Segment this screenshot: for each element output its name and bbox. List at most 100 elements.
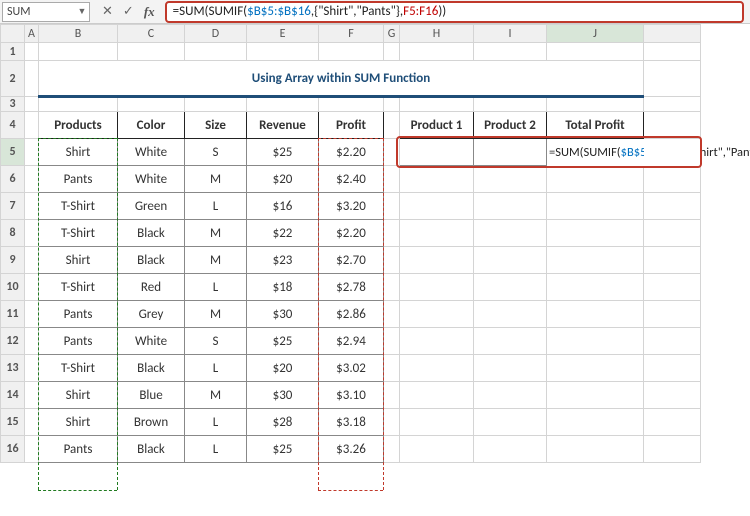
table-row[interactable]: $3.18 bbox=[319, 409, 384, 436]
table-row[interactable]: $25 bbox=[247, 328, 319, 355]
table-row[interactable]: $3.26 bbox=[319, 436, 384, 463]
rowhdr-16[interactable]: 16 bbox=[1, 436, 25, 463]
colhdr-J[interactable]: J bbox=[547, 25, 644, 43]
table-row[interactable]: Pants bbox=[39, 301, 118, 328]
rowhdr-12[interactable]: 12 bbox=[1, 328, 25, 355]
table-row[interactable]: $2.20 bbox=[319, 220, 384, 247]
table-row[interactable]: $2.94 bbox=[319, 328, 384, 355]
table-row[interactable]: S bbox=[185, 139, 247, 166]
table-row[interactable]: S bbox=[185, 328, 247, 355]
table-row[interactable]: Shirt bbox=[39, 139, 118, 166]
rowhdr-8[interactable]: 8 bbox=[1, 220, 25, 247]
table-row[interactable]: Black bbox=[118, 436, 185, 463]
colhdr-C[interactable]: C bbox=[118, 25, 185, 43]
table-row[interactable]: Grey bbox=[118, 301, 185, 328]
rowhdr-1[interactable]: 1 bbox=[1, 43, 25, 61]
table-row[interactable]: Pants bbox=[39, 166, 118, 193]
table-row[interactable]: M bbox=[185, 166, 247, 193]
table-row[interactable]: M bbox=[185, 220, 247, 247]
table-row[interactable]: Black bbox=[118, 220, 185, 247]
table-row[interactable]: $3.02 bbox=[319, 355, 384, 382]
colhdr-F[interactable]: F bbox=[319, 25, 384, 43]
table-row[interactable]: M bbox=[185, 247, 247, 274]
select-all-corner[interactable] bbox=[1, 25, 25, 43]
table-row[interactable]: White bbox=[118, 166, 185, 193]
name-box-wrap[interactable]: SUM ▼ bbox=[2, 2, 90, 22]
cell-J5[interactable]: =SUM(SUMIF($B$5:$B$16,{"Shirt","Pants"},… bbox=[547, 139, 644, 166]
table-row[interactable]: T-Shirt bbox=[39, 193, 118, 220]
colhdr-G[interactable]: G bbox=[384, 25, 400, 43]
table-row[interactable]: Shirt bbox=[39, 247, 118, 274]
rowhdr-11[interactable]: 11 bbox=[1, 301, 25, 328]
table-row[interactable]: L bbox=[185, 193, 247, 220]
table-row[interactable]: Brown bbox=[118, 409, 185, 436]
table-row[interactable]: $25 bbox=[247, 139, 319, 166]
table-row[interactable]: $20 bbox=[247, 355, 319, 382]
colhdr-I[interactable]: I bbox=[474, 25, 547, 43]
table-row[interactable]: $2.86 bbox=[319, 301, 384, 328]
table-row[interactable]: Green bbox=[118, 193, 185, 220]
name-box[interactable]: SUM bbox=[3, 5, 75, 19]
colhdr-ext[interactable] bbox=[644, 25, 701, 43]
colhdr-E[interactable]: E bbox=[247, 25, 319, 43]
cancel-icon[interactable]: ✕ bbox=[102, 4, 113, 19]
rowhdr-6[interactable]: 6 bbox=[1, 166, 25, 193]
enter-icon[interactable]: ✓ bbox=[123, 4, 134, 19]
colhdr-D[interactable]: D bbox=[185, 25, 247, 43]
colhdr-B[interactable]: B bbox=[39, 25, 118, 43]
table-row[interactable]: L bbox=[185, 355, 247, 382]
table-row[interactable]: White bbox=[118, 328, 185, 355]
rowhdr-13[interactable]: 13 bbox=[1, 355, 25, 382]
rowhdr-7[interactable]: 7 bbox=[1, 193, 25, 220]
table-row[interactable]: $3.20 bbox=[319, 193, 384, 220]
table-row[interactable]: $3.10 bbox=[319, 382, 384, 409]
table-row[interactable]: $22 bbox=[247, 220, 319, 247]
table-row[interactable]: $25 bbox=[247, 436, 319, 463]
table-row[interactable]: $30 bbox=[247, 301, 319, 328]
cell-I5[interactable] bbox=[474, 139, 547, 166]
table-row[interactable]: M bbox=[185, 301, 247, 328]
table-row[interactable]: L bbox=[185, 409, 247, 436]
table-row[interactable]: $2.20 bbox=[319, 139, 384, 166]
rowhdr-2[interactable]: 2 bbox=[1, 61, 25, 97]
table-row[interactable]: $16 bbox=[247, 193, 319, 220]
rowhdr-5[interactable]: 5 bbox=[1, 139, 25, 166]
table-row[interactable]: Pants bbox=[39, 436, 118, 463]
table-row[interactable]: Blue bbox=[118, 382, 185, 409]
table-row[interactable]: $18 bbox=[247, 274, 319, 301]
rowhdr-3[interactable]: 3 bbox=[1, 97, 25, 112]
table-row[interactable]: L bbox=[185, 274, 247, 301]
formula-input[interactable]: =SUM(SUMIF($B$5:$B$16,{"Shirt","Pants"},… bbox=[165, 1, 744, 23]
table-row[interactable]: T-Shirt bbox=[39, 355, 118, 382]
table-row[interactable]: T-Shirt bbox=[39, 220, 118, 247]
colhdr-H[interactable]: H bbox=[400, 25, 474, 43]
rowhdr-4[interactable]: 4 bbox=[1, 112, 25, 139]
table-row[interactable]: Black bbox=[118, 355, 185, 382]
table-row[interactable]: White bbox=[118, 139, 185, 166]
table-row[interactable]: Red bbox=[118, 274, 185, 301]
table-row[interactable]: T-Shirt bbox=[39, 274, 118, 301]
table-row[interactable]: $2.70 bbox=[319, 247, 384, 274]
table-row[interactable]: $2.78 bbox=[319, 274, 384, 301]
table-row[interactable]: $2.40 bbox=[319, 166, 384, 193]
table-row[interactable]: $28 bbox=[247, 409, 319, 436]
rowhdr-9[interactable]: 9 bbox=[1, 247, 25, 274]
table-row[interactable]: Pants bbox=[39, 328, 118, 355]
chevron-down-icon[interactable]: ▼ bbox=[75, 6, 89, 17]
rowhdr-10[interactable]: 10 bbox=[1, 274, 25, 301]
table-row[interactable]: Shirt bbox=[39, 409, 118, 436]
spreadsheet-grid[interactable]: A B C D E F G H I J 1 2 Using Array with… bbox=[0, 24, 750, 463]
rowhdr-15[interactable]: 15 bbox=[1, 409, 25, 436]
table-row[interactable]: $30 bbox=[247, 382, 319, 409]
table-row[interactable]: L bbox=[185, 436, 247, 463]
rowhdr-14[interactable]: 14 bbox=[1, 382, 25, 409]
table-row[interactable]: $23 bbox=[247, 247, 319, 274]
table-row[interactable]: $20 bbox=[247, 166, 319, 193]
table-row[interactable]: M bbox=[185, 382, 247, 409]
colhdr-A[interactable]: A bbox=[25, 25, 39, 43]
cell-H5[interactable] bbox=[400, 139, 474, 166]
hdr-product1: Product 1 bbox=[400, 112, 474, 139]
table-row[interactable]: Shirt bbox=[39, 382, 118, 409]
fx-icon[interactable]: fx bbox=[144, 4, 155, 20]
table-row[interactable]: Black bbox=[118, 247, 185, 274]
